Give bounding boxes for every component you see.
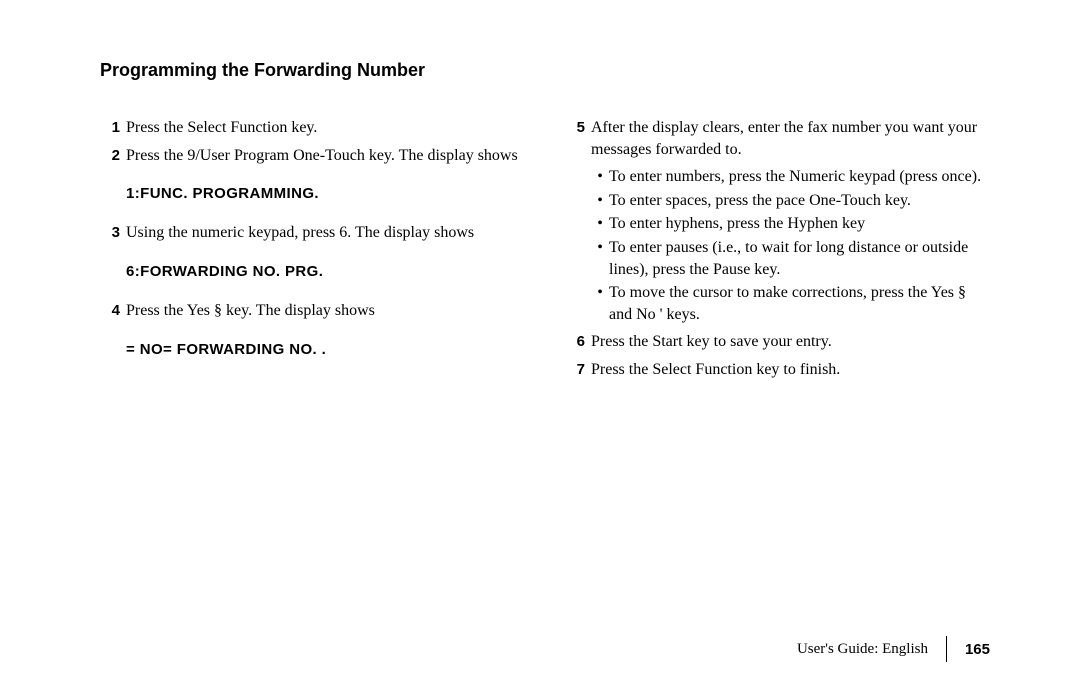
step-number: 3 [100, 222, 126, 244]
bullet-item: • To enter hyphens, press the Hyphen key [591, 213, 990, 235]
step-text: Press the Yes § key. The display shows [126, 300, 525, 322]
step-number: 7 [565, 359, 591, 381]
step-text: Press the 9/User Program One-Touch key. … [126, 145, 525, 167]
step-number: 5 [565, 117, 591, 160]
bullet-list: • To enter numbers, press the Numeric ke… [591, 166, 990, 325]
step-7: 7 Press the Select Function key to finis… [565, 359, 990, 381]
step-number: 2 [100, 145, 126, 167]
step-text: Using the numeric keypad, press 6. The d… [126, 222, 525, 244]
page-number: 165 [965, 641, 990, 658]
step-number: 4 [100, 300, 126, 322]
bullet-item: • To enter pauses (i.e., to wait for lon… [591, 237, 990, 280]
step-number: 6 [565, 331, 591, 353]
step-text: Press the Select Function key. [126, 117, 525, 139]
right-column: 5 After the display clears, enter the fa… [565, 117, 990, 387]
bullet-text: To enter numbers, press the Numeric keyp… [609, 166, 990, 188]
step-text: Press the Select Function key to finish. [591, 359, 990, 381]
step-3: 3 Using the numeric keypad, press 6. The… [100, 222, 525, 244]
display-readout-3: = NO= FORWARDING NO. . [126, 340, 525, 360]
bullet-item: • To enter spaces, press the pace One-To… [591, 190, 990, 212]
step-number: 1 [100, 117, 126, 139]
step-1: 1 Press the Select Function key. [100, 117, 525, 139]
step-4: 4 Press the Yes § key. The display shows [100, 300, 525, 322]
step-2: 2 Press the 9/User Program One-Touch key… [100, 145, 525, 167]
bullet-dot-icon: • [591, 190, 609, 212]
left-column: 1 Press the Select Function key. 2 Press… [100, 117, 525, 387]
step-6: 6 Press the Start key to save your entry… [565, 331, 990, 353]
bullet-item: • To enter numbers, press the Numeric ke… [591, 166, 990, 188]
bullet-text: To move the cursor to make corrections, … [609, 282, 990, 325]
bullet-text: To enter spaces, press the pace One-Touc… [609, 190, 990, 212]
bullet-item: • To move the cursor to make corrections… [591, 282, 990, 325]
bullet-text: To enter hyphens, press the Hyphen key [609, 213, 990, 235]
display-readout-2: 6:FORWARDING NO. PRG. [126, 262, 525, 282]
columns: 1 Press the Select Function key. 2 Press… [100, 117, 990, 387]
step-text: After the display clears, enter the fax … [591, 117, 990, 160]
bullet-dot-icon: • [591, 213, 609, 235]
step-5: 5 After the display clears, enter the fa… [565, 117, 990, 160]
footer-divider [946, 636, 947, 662]
display-readout-1: 1:FUNC. PROGRAMMING. [126, 184, 525, 204]
step-text: Press the Start key to save your entry. [591, 331, 990, 353]
bullet-text: To enter pauses (i.e., to wait for long … [609, 237, 990, 280]
bullet-dot-icon: • [591, 237, 609, 280]
page: Programming the Forwarding Number 1 Pres… [0, 0, 1080, 698]
page-footer: User's Guide: English 165 [797, 636, 990, 662]
bullet-dot-icon: • [591, 282, 609, 325]
footer-label: User's Guide: English [797, 641, 928, 658]
bullet-dot-icon: • [591, 166, 609, 188]
section-heading: Programming the Forwarding Number [100, 60, 990, 81]
